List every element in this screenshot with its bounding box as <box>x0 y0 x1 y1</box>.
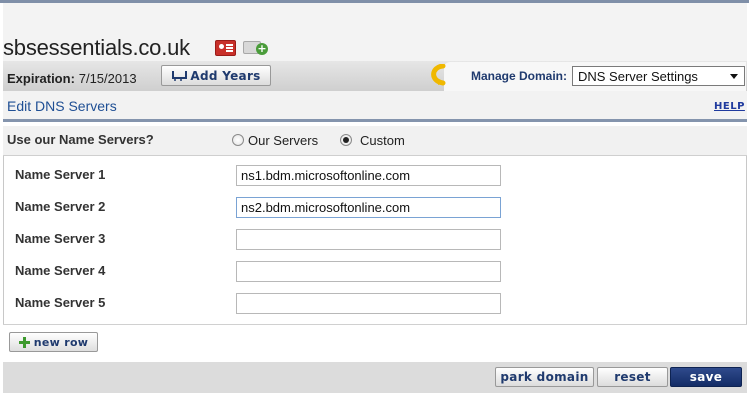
chevron-down-icon <box>730 74 738 79</box>
contact-card-icon[interactable] <box>215 40 236 56</box>
save-button[interactable]: save <box>670 367 742 387</box>
our-servers-radio[interactable] <box>232 134 244 146</box>
manage-domain-selected: DNS Server Settings <box>578 69 698 84</box>
custom-radio[interactable] <box>340 134 352 146</box>
title-icons: + <box>215 39 269 57</box>
new-row-label: new row <box>33 335 89 349</box>
name-server-5-label: Name Server 5 <box>15 295 106 310</box>
manage-domain-select[interactable]: DNS Server Settings <box>572 66 745 86</box>
new-row-button[interactable]: new row <box>9 332 98 352</box>
section-title: Edit DNS Servers <box>7 98 117 114</box>
use-name-servers-question: Use our Name Servers? <box>7 132 154 147</box>
expiration-label: Expiration: <box>7 71 75 86</box>
reset-button[interactable]: reset <box>597 367 668 387</box>
expiration-info: Expiration: 7/15/2013 <box>7 71 137 86</box>
add-years-label: Add Years <box>190 68 261 83</box>
name-server-4-input[interactable] <box>236 261 501 282</box>
add-contact-icon[interactable]: + <box>243 39 269 57</box>
park-domain-button[interactable]: park domain <box>495 367 594 387</box>
name-server-2-label: Name Server 2 <box>15 199 106 214</box>
name-server-1-label: Name Server 1 <box>15 167 106 182</box>
name-server-1-input[interactable] <box>236 165 501 186</box>
curved-arrow-icon <box>431 64 446 86</box>
form-divider <box>3 324 747 325</box>
domain-title: sbsessentials.co.uk <box>3 35 190 60</box>
name-server-3-label: Name Server 3 <box>15 231 106 246</box>
name-server-5-input[interactable] <box>236 293 501 314</box>
name-server-4-label: Name Server 4 <box>15 263 106 278</box>
our-servers-label[interactable]: Our Servers <box>248 133 318 148</box>
custom-label[interactable]: Custom <box>360 133 405 148</box>
expiration-date: 7/15/2013 <box>78 71 137 86</box>
form-border-left <box>3 156 4 324</box>
plus-icon <box>18 336 30 348</box>
name-server-3-input[interactable] <box>236 229 501 250</box>
help-link[interactable]: HELP <box>714 101 745 112</box>
cart-icon <box>171 70 188 81</box>
form-border-right <box>746 156 747 324</box>
name-server-2-input[interactable] <box>236 197 501 218</box>
add-years-button[interactable]: Add Years <box>161 65 271 86</box>
manage-domain-label: Manage Domain: <box>471 69 568 83</box>
